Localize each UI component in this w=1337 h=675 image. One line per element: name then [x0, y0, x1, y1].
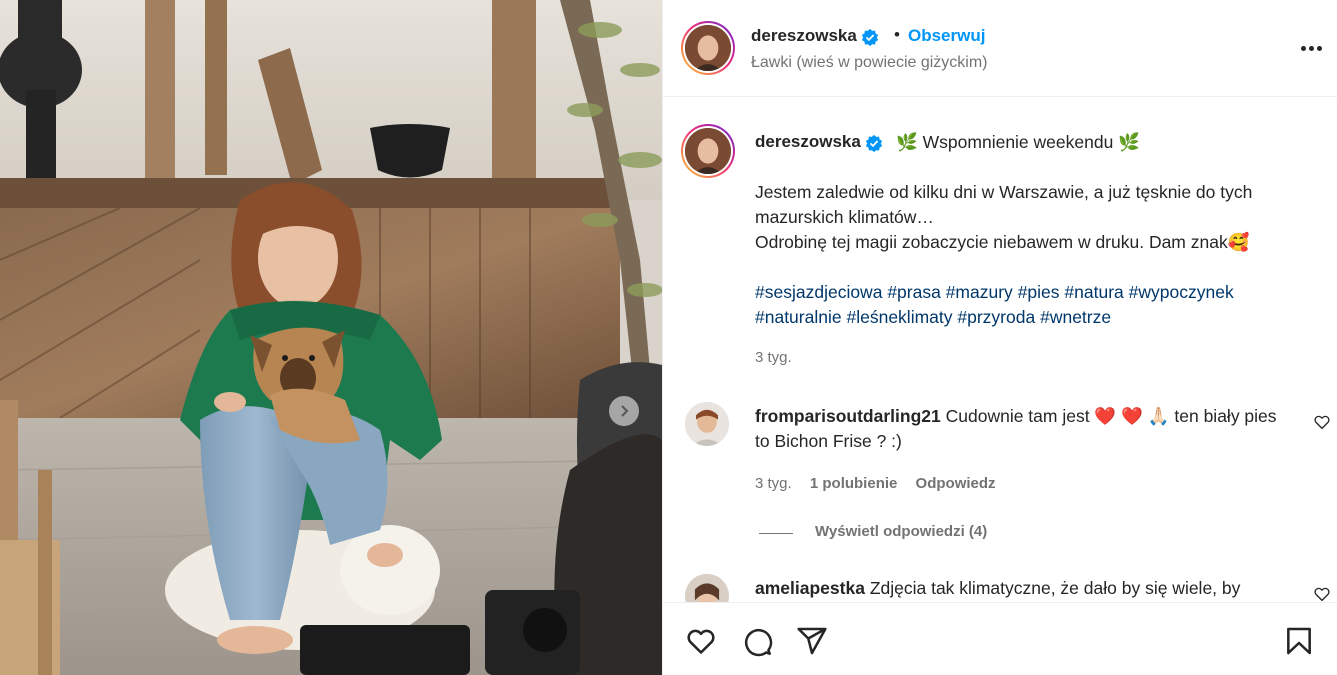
comment-username[interactable]: ameliapestka: [755, 578, 865, 598]
hashtag-link[interactable]: #przyroda: [957, 307, 1035, 327]
author-username[interactable]: dereszowska: [751, 26, 879, 46]
caption-avatar[interactable]: [681, 124, 735, 178]
post-location[interactable]: Ławki (wieś w powiecie giżyckim): [751, 54, 988, 72]
replies-divider: [759, 533, 793, 534]
hashtag-link[interactable]: #leśneklimaty: [846, 307, 952, 327]
hashtag-link[interactable]: #pies: [1018, 282, 1060, 302]
save-button[interactable]: [1283, 625, 1315, 657]
hashtag-link[interactable]: #wypoczynek: [1129, 282, 1234, 302]
comment-text: Zdjęcia tak klimatyczne, że dało by się …: [869, 578, 1241, 598]
comment-timestamp[interactable]: 3 tyg.: [755, 475, 792, 492]
caption-title: 🌿 Wspomnienie weekendu 🌿: [896, 132, 1140, 152]
hashtag-link[interactable]: #sesjazdjeciowa: [755, 282, 882, 302]
share-icon: [797, 627, 827, 655]
like-button[interactable]: [685, 625, 717, 657]
verified-badge-icon: [865, 134, 882, 152]
post-details-panel: dereszowska • Obserwuj Ławki (wieś w pow…: [662, 0, 1337, 675]
share-button[interactable]: [796, 625, 828, 657]
comment-icon: [744, 628, 773, 657]
hashtag-link[interactable]: #prasa: [887, 282, 941, 302]
chevron-right-icon: [621, 405, 629, 417]
post-header: dereszowska • Obserwuj Ławki (wieś w pow…: [663, 0, 1337, 97]
comment-likes-count[interactable]: 1 polubienie: [810, 475, 898, 492]
comment-meta: 3 tyg. 1 polubienie Odpowiedz: [755, 475, 1010, 492]
hashtag-link[interactable]: #mazury: [946, 282, 1013, 302]
more-options-icon[interactable]: [1297, 36, 1325, 60]
post-photo[interactable]: [0, 0, 662, 675]
hashtag-link[interactable]: #natura: [1064, 282, 1123, 302]
comment-like-heart-icon[interactable]: [1313, 585, 1331, 603]
comment-item: fromparisoutdarling21 Cudownie tam jest …: [755, 404, 1285, 454]
header-separator: •: [894, 25, 900, 44]
comment-username[interactable]: fromparisoutdarling21: [755, 406, 941, 426]
reply-button[interactable]: Odpowiedz: [916, 475, 996, 492]
hashtag-link[interactable]: #naturalnie: [755, 307, 842, 327]
author-avatar[interactable]: [681, 21, 735, 75]
comment-item: ameliapestka Zdjęcia tak klimatyczne, że…: [755, 576, 1285, 600]
verified-badge-icon: [861, 28, 878, 46]
caption-line: Odrobinę tej magii zobaczycie niebawem w…: [755, 232, 1250, 252]
heart-icon: [687, 629, 715, 654]
bookmark-icon: [1287, 627, 1311, 655]
comment-avatar[interactable]: [685, 402, 729, 446]
post-timestamp[interactable]: 3 tyg.: [755, 349, 792, 366]
caption-text: Jestem zaledwie od kilku dni w Warszawie…: [755, 180, 1315, 255]
post-image: [0, 0, 662, 675]
caption-username[interactable]: dereszowska: [755, 132, 883, 152]
post-action-bar: [663, 602, 1337, 675]
hashtag-link[interactable]: #wnetrze: [1040, 307, 1111, 327]
follow-button[interactable]: Obserwuj: [908, 26, 985, 46]
comment-like-heart-icon[interactable]: [1313, 413, 1331, 431]
view-replies-button[interactable]: Wyświetl odpowiedzi (4): [815, 523, 987, 540]
caption-hashtags: #sesjazdjeciowa #prasa #mazury #pies #na…: [755, 280, 1315, 330]
caption-line: Jestem zaledwie od kilku dni w Warszawie…: [755, 182, 1253, 227]
carousel-next-button[interactable]: [609, 396, 639, 426]
comment-button[interactable]: [741, 625, 773, 657]
